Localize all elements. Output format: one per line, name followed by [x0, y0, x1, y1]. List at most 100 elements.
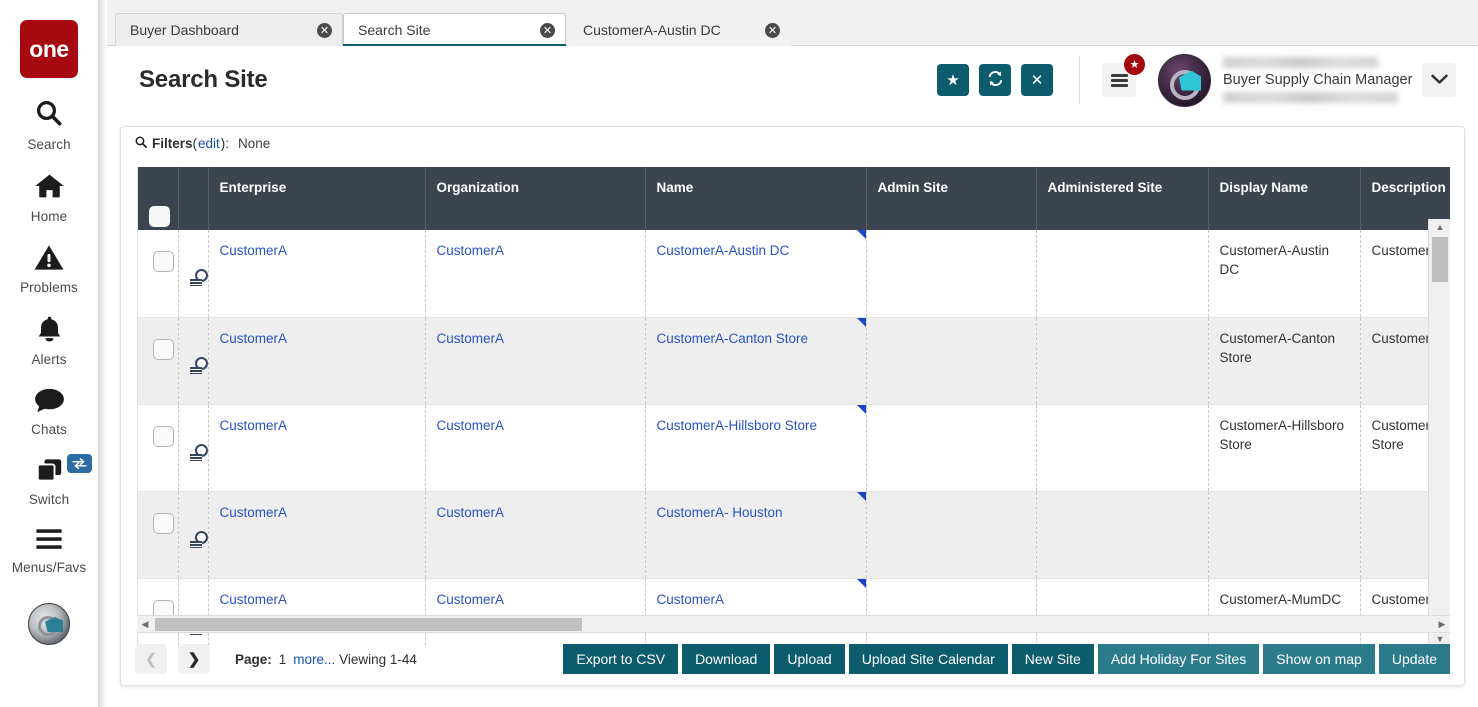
- sidebar-item-switch[interactable]: Switch: [0, 457, 99, 507]
- select-all-checkbox[interactable]: [149, 206, 170, 227]
- cell-name[interactable]: CustomerA-Hillsboro Store: [645, 404, 866, 491]
- filters-edit-link[interactable]: edit: [198, 136, 220, 151]
- next-page-button[interactable]: ❯: [178, 644, 210, 674]
- cell-display-name[interactable]: CustomerA-Canton Store: [1208, 317, 1360, 404]
- row-select-cell[interactable]: [138, 317, 178, 404]
- enterprise-link[interactable]: CustomerA: [220, 241, 425, 260]
- header-menu-button[interactable]: ★: [1102, 63, 1136, 97]
- site-detail-icon[interactable]: [190, 444, 207, 461]
- name-link[interactable]: CustomerA: [657, 590, 866, 609]
- tab-customera-austin-dc[interactable]: CustomerA-Austin DC ✕: [568, 13, 791, 46]
- site-detail-icon[interactable]: [190, 357, 207, 374]
- grid-horizontal-scrollbar[interactable]: ◀ ▶: [137, 615, 1450, 633]
- action-button-show-on-map[interactable]: Show on map: [1263, 644, 1375, 674]
- cell-display-name[interactable]: [1208, 491, 1360, 578]
- organization-link[interactable]: CustomerA: [437, 503, 645, 522]
- row-select-cell[interactable]: [138, 230, 178, 317]
- row-checkbox[interactable]: [153, 251, 174, 272]
- cell-organization[interactable]: CustomerA: [425, 491, 645, 578]
- column-header-administered-site[interactable]: Administered Site: [1036, 167, 1208, 230]
- scroll-left-icon[interactable]: ◀: [137, 616, 153, 632]
- grid-vertical-scrollbar[interactable]: ▲ ▼: [1428, 219, 1450, 647]
- close-circle-icon[interactable]: ✕: [317, 23, 332, 38]
- cell-name[interactable]: CustomerA- Houston: [645, 491, 866, 578]
- column-header-admin-site[interactable]: Admin Site: [866, 167, 1036, 230]
- site-detail-icon[interactable]: [190, 531, 207, 548]
- close-circle-icon[interactable]: ✕: [765, 23, 780, 38]
- favorite-button[interactable]: ★: [937, 64, 969, 96]
- organization-link[interactable]: CustomerA: [437, 416, 645, 435]
- sidebar-item-chats[interactable]: Chats: [0, 387, 99, 437]
- row-select-cell[interactable]: [138, 491, 178, 578]
- cell-display-name[interactable]: CustomerA-Hillsboro Store: [1208, 404, 1360, 491]
- name-link[interactable]: CustomerA-Canton Store: [657, 329, 866, 348]
- row-checkbox[interactable]: [153, 426, 174, 447]
- sidebar-item-search[interactable]: Search: [0, 98, 99, 152]
- row-action-cell[interactable]: [178, 404, 208, 491]
- scroll-right-icon[interactable]: ▶: [1434, 616, 1450, 632]
- cell-name[interactable]: CustomerA-Austin DC: [645, 230, 866, 317]
- cell-enterprise[interactable]: CustomerA: [208, 404, 425, 491]
- cell-enterprise[interactable]: CustomerA: [208, 317, 425, 404]
- action-button-new-site[interactable]: New Site: [1012, 644, 1094, 674]
- enterprise-link[interactable]: CustomerA: [220, 329, 425, 348]
- organization-link[interactable]: CustomerA: [437, 329, 645, 348]
- action-button-upload[interactable]: Upload: [774, 644, 844, 674]
- row-checkbox[interactable]: [153, 513, 174, 534]
- tab-search-site[interactable]: Search Site ✕: [343, 13, 566, 46]
- column-header-name[interactable]: Name: [645, 167, 866, 230]
- cell-name[interactable]: CustomerA-Canton Store: [645, 317, 866, 404]
- cell-organization[interactable]: CustomerA: [425, 404, 645, 491]
- cell-admin-site[interactable]: [866, 230, 1036, 317]
- cell-administered-site[interactable]: [1036, 491, 1208, 578]
- close-button[interactable]: ✕: [1021, 64, 1053, 96]
- name-link[interactable]: CustomerA-Austin DC: [657, 241, 866, 260]
- tab-buyer-dashboard[interactable]: Buyer Dashboard ✕: [115, 13, 343, 46]
- column-header-enterprise[interactable]: Enterprise: [208, 167, 425, 230]
- avatar[interactable]: [1158, 54, 1211, 107]
- sidebar-avatar[interactable]: [28, 603, 70, 645]
- more-pages-link[interactable]: more...: [293, 652, 335, 667]
- organization-link[interactable]: CustomerA: [437, 590, 645, 609]
- action-button-update[interactable]: Update: [1379, 644, 1450, 674]
- row-action-cell[interactable]: [178, 317, 208, 404]
- row-checkbox[interactable]: [153, 339, 174, 360]
- table-row[interactable]: CustomerA CustomerA CustomerA- Houston: [138, 491, 1450, 578]
- vertical-scroll-thumb[interactable]: [1432, 237, 1448, 282]
- row-action-cell[interactable]: [178, 491, 208, 578]
- action-button-download[interactable]: Download: [682, 644, 770, 674]
- one-logo[interactable]: one: [20, 20, 78, 78]
- prev-page-button[interactable]: ❮: [135, 644, 167, 674]
- cell-administered-site[interactable]: [1036, 404, 1208, 491]
- table-row[interactable]: CustomerA CustomerA CustomerA-Austin DC Cus…: [138, 230, 1450, 317]
- enterprise-link[interactable]: CustomerA: [220, 590, 425, 609]
- select-all-header[interactable]: [138, 167, 178, 230]
- cell-organization[interactable]: CustomerA: [425, 230, 645, 317]
- row-action-cell[interactable]: [178, 230, 208, 317]
- name-link[interactable]: CustomerA- Houston: [657, 503, 866, 522]
- column-header-organization[interactable]: Organization: [425, 167, 645, 230]
- swap-arrows-icon[interactable]: [67, 454, 92, 473]
- column-header-display-name[interactable]: Display Name: [1208, 167, 1360, 230]
- cell-admin-site[interactable]: [866, 491, 1036, 578]
- action-button-add-holiday-for-sites[interactable]: Add Holiday For Sites: [1098, 644, 1259, 674]
- name-link[interactable]: CustomerA-Hillsboro Store: [657, 416, 866, 435]
- row-select-cell[interactable]: [138, 404, 178, 491]
- organization-link[interactable]: CustomerA: [437, 241, 645, 260]
- cell-administered-site[interactable]: [1036, 230, 1208, 317]
- cell-admin-site[interactable]: [866, 317, 1036, 404]
- enterprise-link[interactable]: CustomerA: [220, 503, 425, 522]
- cell-admin-site[interactable]: [866, 404, 1036, 491]
- enterprise-link[interactable]: CustomerA: [220, 416, 425, 435]
- sidebar-item-home[interactable]: Home: [0, 172, 99, 224]
- cell-enterprise[interactable]: CustomerA: [208, 230, 425, 317]
- cell-administered-site[interactable]: [1036, 317, 1208, 404]
- action-button-export-to-csv[interactable]: Export to CSV: [563, 644, 678, 674]
- sidebar-item-problems[interactable]: Problems: [0, 244, 99, 295]
- cell-organization[interactable]: CustomerA: [425, 317, 645, 404]
- cell-enterprise[interactable]: CustomerA: [208, 491, 425, 578]
- horizontal-scroll-thumb[interactable]: [155, 618, 582, 631]
- cell-display-name[interactable]: CustomerA-Austin DC: [1208, 230, 1360, 317]
- user-menu-button[interactable]: [1422, 63, 1456, 97]
- scroll-up-icon[interactable]: ▲: [1429, 219, 1450, 235]
